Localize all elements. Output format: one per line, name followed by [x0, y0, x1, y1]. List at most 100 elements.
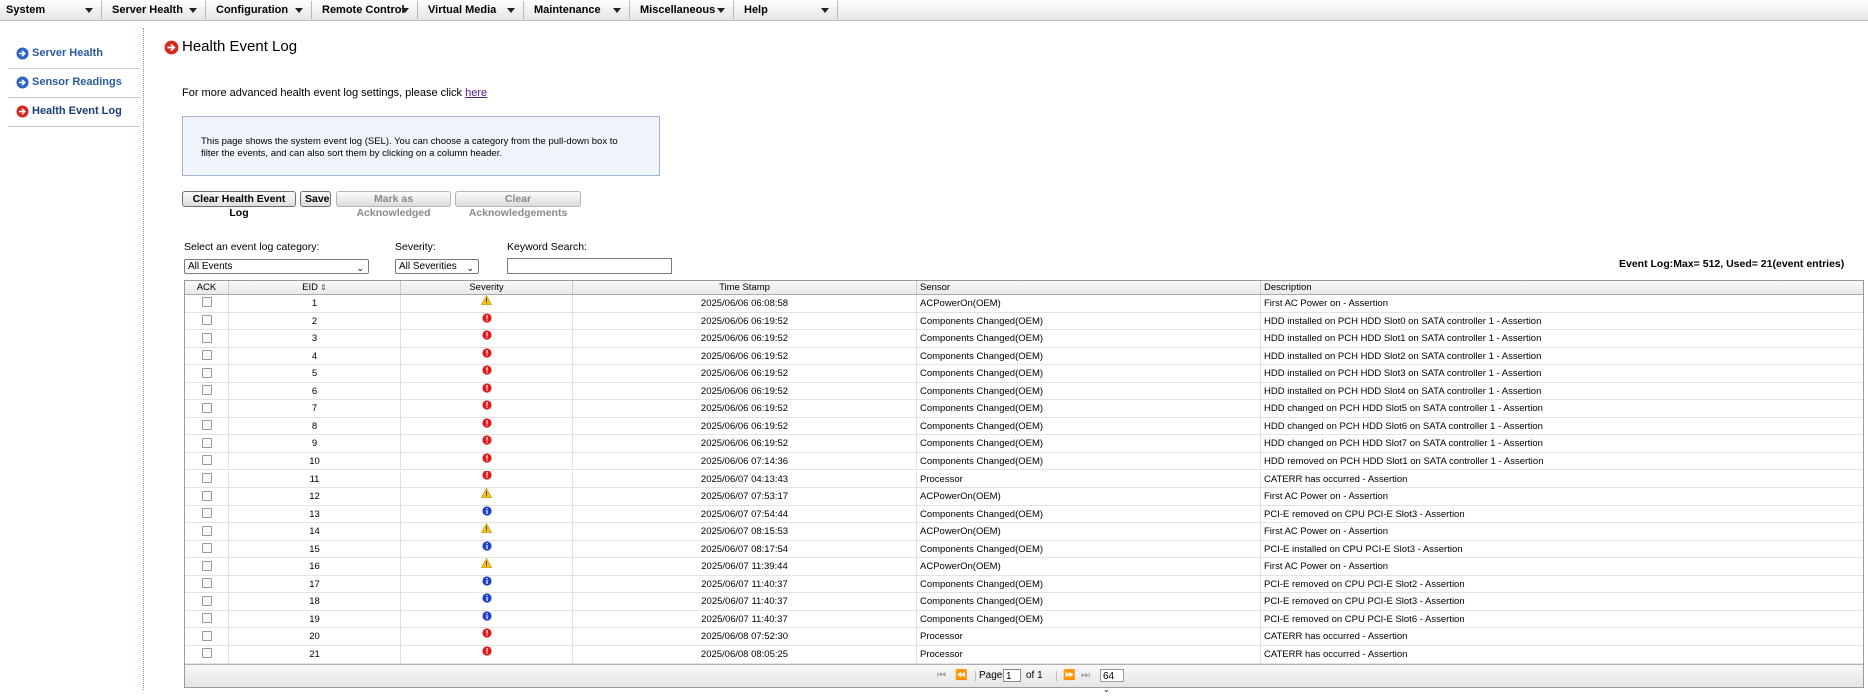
sidebar-item-server-health[interactable]: Server Health [8, 40, 140, 69]
severity-select[interactable]: All Severities ⌄ [395, 259, 479, 274]
sensor-cell: Components Changed(OEM) [917, 330, 1261, 348]
sensor-cell: Components Changed(OEM) [917, 505, 1261, 523]
description-cell: First AC Power on - Assertion [1264, 526, 1389, 538]
ack-checkbox[interactable] [201, 508, 212, 519]
table-row[interactable]: 8 2025/06/06 06:19:52 Components Changed(O… [185, 417, 1863, 436]
table-row[interactable]: 4 2025/06/06 06:19:52 Components Changed(O… [185, 347, 1863, 366]
ack-checkbox[interactable] [201, 385, 212, 396]
table-row[interactable]: 3 2025/06/06 06:19:52 Components Changed(O… [185, 330, 1863, 348]
first-page-icon[interactable]: ⏮ [937, 670, 946, 681]
save-button[interactable]: Save [300, 191, 331, 207]
mark-as-acknowledged-button[interactable]: Mark as Acknowledged [336, 191, 451, 219]
sidebar-item-health-event-log[interactable]: Health Event Log [8, 98, 140, 127]
ack-checkbox[interactable] [201, 297, 212, 308]
menu-help[interactable]: Help [738, 1, 838, 19]
description-cell: HDD installed on PCH HDD Slot3 on SATA c… [1264, 368, 1542, 380]
per-page-select[interactable]: 64 ⌄ [1100, 669, 1124, 694]
dropdown-caret-icon [85, 8, 93, 13]
last-page-icon[interactable]: ⏭ [1081, 670, 1090, 681]
ack-checkbox[interactable] [201, 437, 212, 448]
sidebar-divider [143, 28, 144, 690]
table-row[interactable]: 10 2025/06/06 07:14:36 Components Changed(… [185, 452, 1863, 471]
menu-miscellaneous[interactable]: Miscellaneous [634, 1, 734, 19]
timestamp-cell: 2025/06/06 06:19:52 [573, 330, 917, 348]
table-row[interactable]: 5 2025/06/06 06:19:52 Components Changed(O… [185, 365, 1863, 383]
table-row[interactable]: 7 2025/06/06 06:19:52 Components Changed(O… [185, 400, 1863, 418]
ack-checkbox[interactable] [201, 613, 212, 624]
ack-checkbox[interactable] [201, 648, 212, 659]
ack-checkbox[interactable] [201, 332, 212, 343]
menu-configuration[interactable]: Configuration [210, 1, 312, 19]
severity-cell [401, 365, 573, 383]
ack-checkbox[interactable] [201, 315, 212, 326]
table-row[interactable]: 9 2025/06/06 06:19:52 Components Changed(O… [185, 435, 1863, 453]
advanced-settings-link[interactable]: here [465, 87, 487, 99]
next-page-icon[interactable]: ⏩ [1063, 670, 1075, 681]
ack-checkbox[interactable] [201, 402, 212, 413]
menu-maintenance[interactable]: Maintenance [528, 1, 630, 19]
category-select[interactable]: All Events ⌄ [184, 259, 369, 274]
sensor-cell: Components Changed(OEM) [917, 540, 1261, 558]
table-row[interactable]: 1 2025/06/06 06:08:58 ACPowerOn(OEM) First … [185, 295, 1863, 313]
table-row[interactable]: 13 2025/06/07 07:54:44 Components Changed(… [185, 505, 1863, 524]
severity-label: Severity: [395, 241, 436, 253]
ack-checkbox[interactable] [201, 490, 212, 501]
ack-checkbox[interactable] [201, 560, 212, 571]
ack-checkbox[interactable] [201, 367, 212, 378]
severity-cell [401, 610, 573, 628]
column-header-timestamp[interactable]: Time Stamp [573, 281, 917, 294]
table-row[interactable]: 14 2025/06/07 08:15:53 ACPowerOn(OEM) First… [185, 523, 1863, 541]
menu-system[interactable]: System [0, 1, 102, 19]
column-header-ack[interactable]: ACK [185, 281, 229, 294]
ack-checkbox[interactable] [201, 630, 212, 641]
table-row[interactable]: 21 2025/06/08 08:05:25 Processor CATERR has… [185, 646, 1863, 664]
table-row[interactable]: 15 2025/06/07 08:17:54 Components Changed(… [185, 540, 1863, 559]
menu-virtual-media[interactable]: Virtual Media [422, 1, 524, 19]
description-cell: HDD removed on PCH HDD Slot1 on SATA con… [1264, 455, 1544, 467]
description-cell: CATERR has occurred - Assertion [1264, 631, 1408, 643]
column-header-eid[interactable]: EID ⇕ [229, 281, 401, 294]
ack-cell [185, 593, 229, 611]
eid-cell: 16 [229, 558, 401, 576]
ack-checkbox[interactable] [201, 420, 212, 431]
severity-cell [401, 488, 573, 506]
severity-cell [401, 312, 573, 330]
menu-remote-control[interactable]: Remote Control [316, 1, 418, 19]
page-number-input[interactable]: 1 [1003, 669, 1021, 682]
table-row[interactable]: 16 2025/06/07 11:39:44 ACPowerOn(OEM) First… [185, 558, 1863, 576]
table-row[interactable]: 18 2025/06/07 11:40:37 Components Changed(… [185, 593, 1863, 611]
ack-checkbox[interactable] [201, 350, 212, 361]
table-row[interactable]: 6 2025/06/06 06:19:52 Components Changed(O… [185, 382, 1863, 401]
ack-checkbox[interactable] [201, 578, 212, 589]
menu-server-health[interactable]: Server Health [106, 1, 206, 19]
ack-checkbox[interactable] [201, 472, 212, 483]
clear-health-event-log-button[interactable]: Clear Health Event Log [182, 191, 296, 219]
ack-checkbox[interactable] [201, 455, 212, 466]
ack-checkbox[interactable] [201, 525, 212, 536]
column-header-description[interactable]: Description [1261, 281, 1863, 294]
ack-checkbox[interactable] [201, 595, 212, 606]
prev-page-icon[interactable]: ⏪ [955, 670, 967, 681]
sensor-cell: Processor [917, 628, 1261, 646]
sensor-cell: Components Changed(OEM) [917, 312, 1261, 330]
menu-label: Help [744, 4, 768, 16]
clear-acknowledgements-button[interactable]: Clear Acknowledgements [455, 191, 581, 219]
blue-arrow-icon [16, 76, 29, 89]
column-header-severity[interactable]: Severity [401, 281, 573, 294]
table-row[interactable]: 12 2025/06/07 07:53:17 ACPowerOn(OEM) First… [185, 488, 1863, 506]
ack-checkbox[interactable] [201, 543, 212, 554]
table-row[interactable]: 20 2025/06/08 07:52:30 Processor CATERR has… [185, 628, 1863, 646]
table-row[interactable]: 2 2025/06/06 06:19:52 Components Changed(O… [185, 312, 1863, 331]
table-row[interactable]: 17 2025/06/07 11:40:37 Components Changed(… [185, 575, 1863, 594]
table-row[interactable]: 11 2025/06/07 04:13:43 Processor CATERR has… [185, 470, 1863, 488]
sidebar-item-sensor-readings[interactable]: Sensor Readings [8, 69, 140, 98]
column-header-sensor[interactable]: Sensor [917, 281, 1261, 294]
keyword-search-input[interactable] [507, 258, 672, 274]
ack-cell [185, 347, 229, 365]
eid-cell: 15 [229, 540, 401, 558]
sensor-cell: Components Changed(OEM) [917, 382, 1261, 400]
critical-icon [481, 312, 492, 329]
ack-cell [185, 540, 229, 558]
sensor-cell: ACPowerOn(OEM) [917, 523, 1261, 541]
table-row[interactable]: 19 2025/06/07 11:40:37 Components Changed(… [185, 610, 1863, 629]
